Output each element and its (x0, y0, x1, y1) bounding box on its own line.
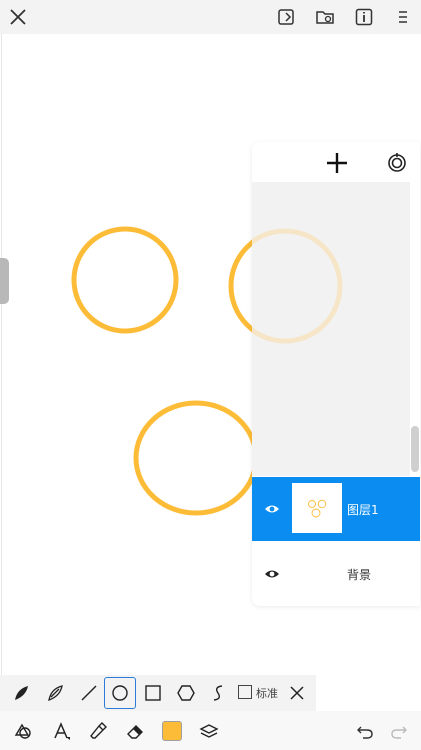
redo-icon (391, 726, 407, 739)
pen-button[interactable] (85, 718, 111, 744)
circle-icon (112, 685, 128, 701)
hexagon-icon (177, 685, 195, 701)
open-folder-icon (316, 11, 334, 24)
brush-icon (15, 686, 28, 700)
brush-tool[interactable] (8, 680, 34, 706)
new-page-button[interactable] (274, 5, 298, 29)
menu-icon (399, 11, 407, 23)
menu-button[interactable] (391, 5, 415, 29)
close-icon (10, 9, 26, 25)
curve-icon (213, 685, 223, 701)
leaf-brush-icon (48, 685, 63, 701)
undo-button[interactable] (352, 718, 378, 744)
layers-button[interactable] (196, 718, 222, 744)
new-page-icon (278, 9, 294, 25)
curve-tool[interactable] (205, 680, 231, 706)
shape-toolbar: 标准 (0, 675, 316, 711)
rectangle-icon (145, 685, 161, 701)
layers-icon (199, 724, 219, 738)
hexagon-tool[interactable] (173, 680, 199, 706)
eraser-button[interactable] (122, 718, 148, 744)
close-toolbar-button[interactable] (284, 680, 310, 706)
main-toolbar (0, 711, 421, 750)
top-bar (0, 0, 421, 34)
line-icon (81, 685, 97, 701)
fill-button[interactable] (48, 718, 74, 744)
circle-shape-overlay (252, 228, 343, 344)
standard-checkbox[interactable] (238, 685, 252, 699)
close-icon (290, 686, 304, 700)
leaf-brush-tool[interactable] (42, 680, 68, 706)
shapes-button[interactable] (10, 718, 36, 744)
rectangle-tool[interactable] (140, 680, 166, 706)
info-button[interactable] (352, 5, 376, 29)
canvas-overlay (252, 228, 343, 344)
color-swatch[interactable] (162, 721, 182, 741)
pen-icon (90, 722, 107, 739)
standard-label: 标准 (256, 687, 278, 700)
fill-icon (54, 722, 70, 740)
open-folder-button[interactable] (313, 5, 337, 29)
circle-tool[interactable] (104, 677, 136, 709)
eraser-icon (127, 725, 143, 739)
line-tool[interactable] (76, 680, 102, 706)
undo-icon (357, 726, 373, 739)
shapes-icon (14, 723, 31, 739)
redo-button[interactable] (386, 718, 412, 744)
info-icon (355, 8, 373, 26)
close-button[interactable] (6, 5, 30, 29)
